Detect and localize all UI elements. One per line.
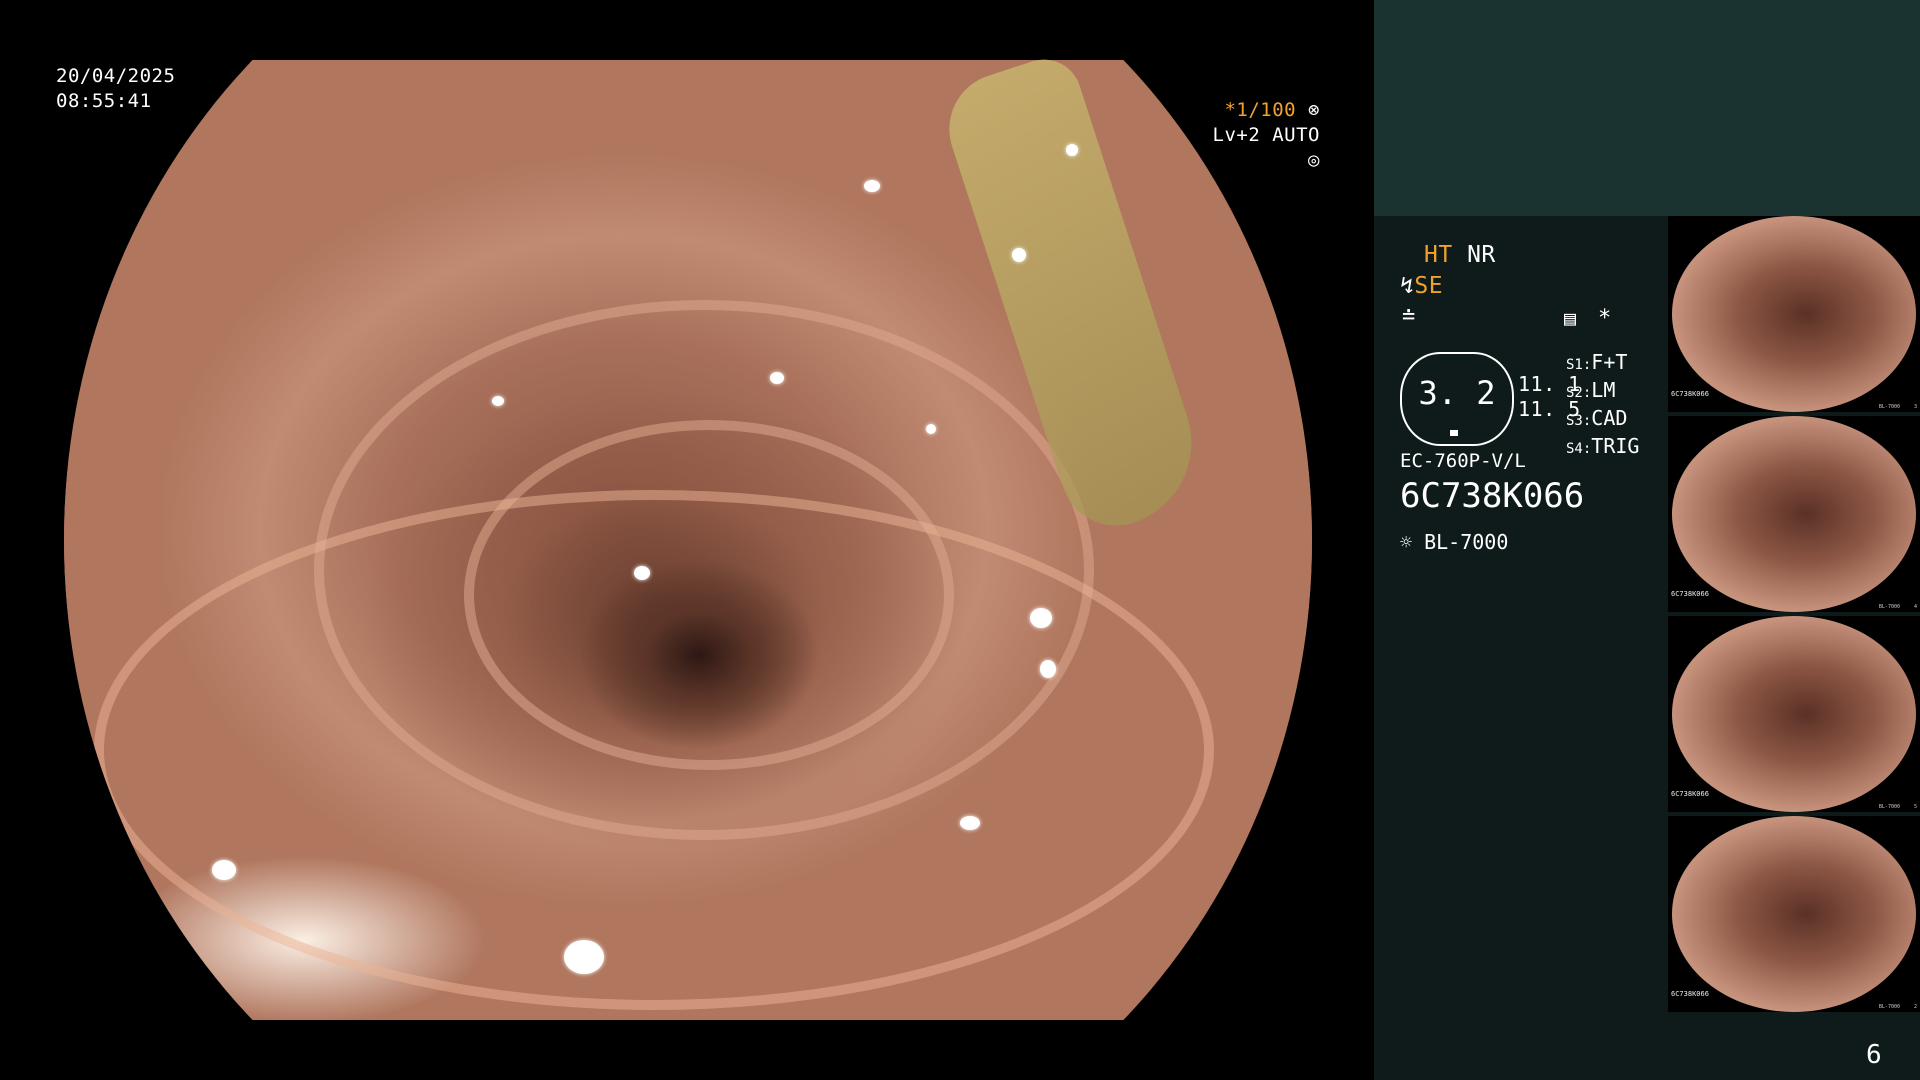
date-text: 20/04/2025 [56,65,176,87]
thumbnail-image [1672,416,1916,612]
enhancement-icon: ↯ [1400,273,1415,299]
datetime-overlay: 20/04/2025 08:55:41 [56,64,175,114]
asterisk-indicator: * [1598,306,1612,331]
thumbnail-image [1672,816,1916,1012]
nr-indicator: NR [1467,242,1496,268]
thumbnail-image [1672,616,1916,812]
thumbnail[interactable]: 6C738K066 BL-7000 5 [1668,616,1920,812]
thumbnail-id: 6C738K066 [1671,790,1709,798]
magnification-value: 3. 2 [1418,374,1496,412]
specular-highlight [564,940,604,974]
mucosal-fold [94,490,1214,1010]
thumbnail[interactable]: 6C738K066 BL-7000 3 [1668,216,1920,412]
exposure-mode: AUTO [1272,124,1320,146]
specular-highlight [492,396,504,406]
menu-icon: ▤ [1564,306,1577,330]
light-source-row: ☼ BL-7000 [1400,530,1508,554]
specular-highlight [770,372,784,384]
iris-icon: ◎ [1308,149,1320,171]
thumbnail[interactable]: 6C738K066 BL-7000 2 [1668,816,1920,1012]
specular-highlight [1040,660,1056,678]
switch-list: S1:F+T S2:LM S3:CAD S4:TRIG [1566,350,1639,462]
switch-row: S1:F+T [1566,350,1628,374]
specular-highlight [1012,248,1026,262]
specular-highlight [1066,144,1078,156]
endoscope-live-view [64,49,1312,1020]
panel-header [1374,0,1920,216]
scope-serial: 6C738K066 [1400,476,1585,516]
specular-highlight [634,566,650,580]
specular-highlight [864,180,880,192]
light-source-icon: ☼ [1400,530,1413,554]
specular-highlight [926,424,936,434]
specular-highlight [212,860,236,880]
aperture-icon: ⊗ [1308,99,1320,121]
specular-highlight [960,816,980,830]
thumbnail-id: 6C738K066 [1671,990,1709,998]
ht-indicator: HT [1424,242,1453,268]
switch-row: S4:TRIG [1566,434,1640,458]
switch-row: S3:CAD [1566,406,1628,430]
time-text: 08:55:41 [56,90,152,112]
specular-highlight [1030,608,1052,628]
switch-row: S2:LM [1566,378,1616,402]
filter-icon: ≐ [1402,304,1416,329]
image-mode-row: HT NR [1424,243,1496,268]
page-number: 6 [1866,1040,1882,1070]
thumbnail-id: 6C738K066 [1671,390,1709,398]
se-indicator: SE [1414,273,1444,299]
shutter-speed: *1/100 [1224,99,1297,121]
thumbnail[interactable]: 6C738K066 BL-7000 4 [1668,416,1920,612]
thumbnail-image [1672,216,1916,412]
se-row: ↯SE [1400,274,1443,299]
scope-model: EC-760P-V/L [1400,450,1526,472]
exposure-level: Lv+2 [1212,124,1261,146]
badge-marker [1450,430,1458,436]
exposure-overlay: *1/100 ⊗ Lv+2 AUTO ◎ [1194,98,1320,173]
light-source-model: BL-7000 [1424,530,1509,554]
thumbnail-id: 6C738K066 [1671,590,1709,598]
